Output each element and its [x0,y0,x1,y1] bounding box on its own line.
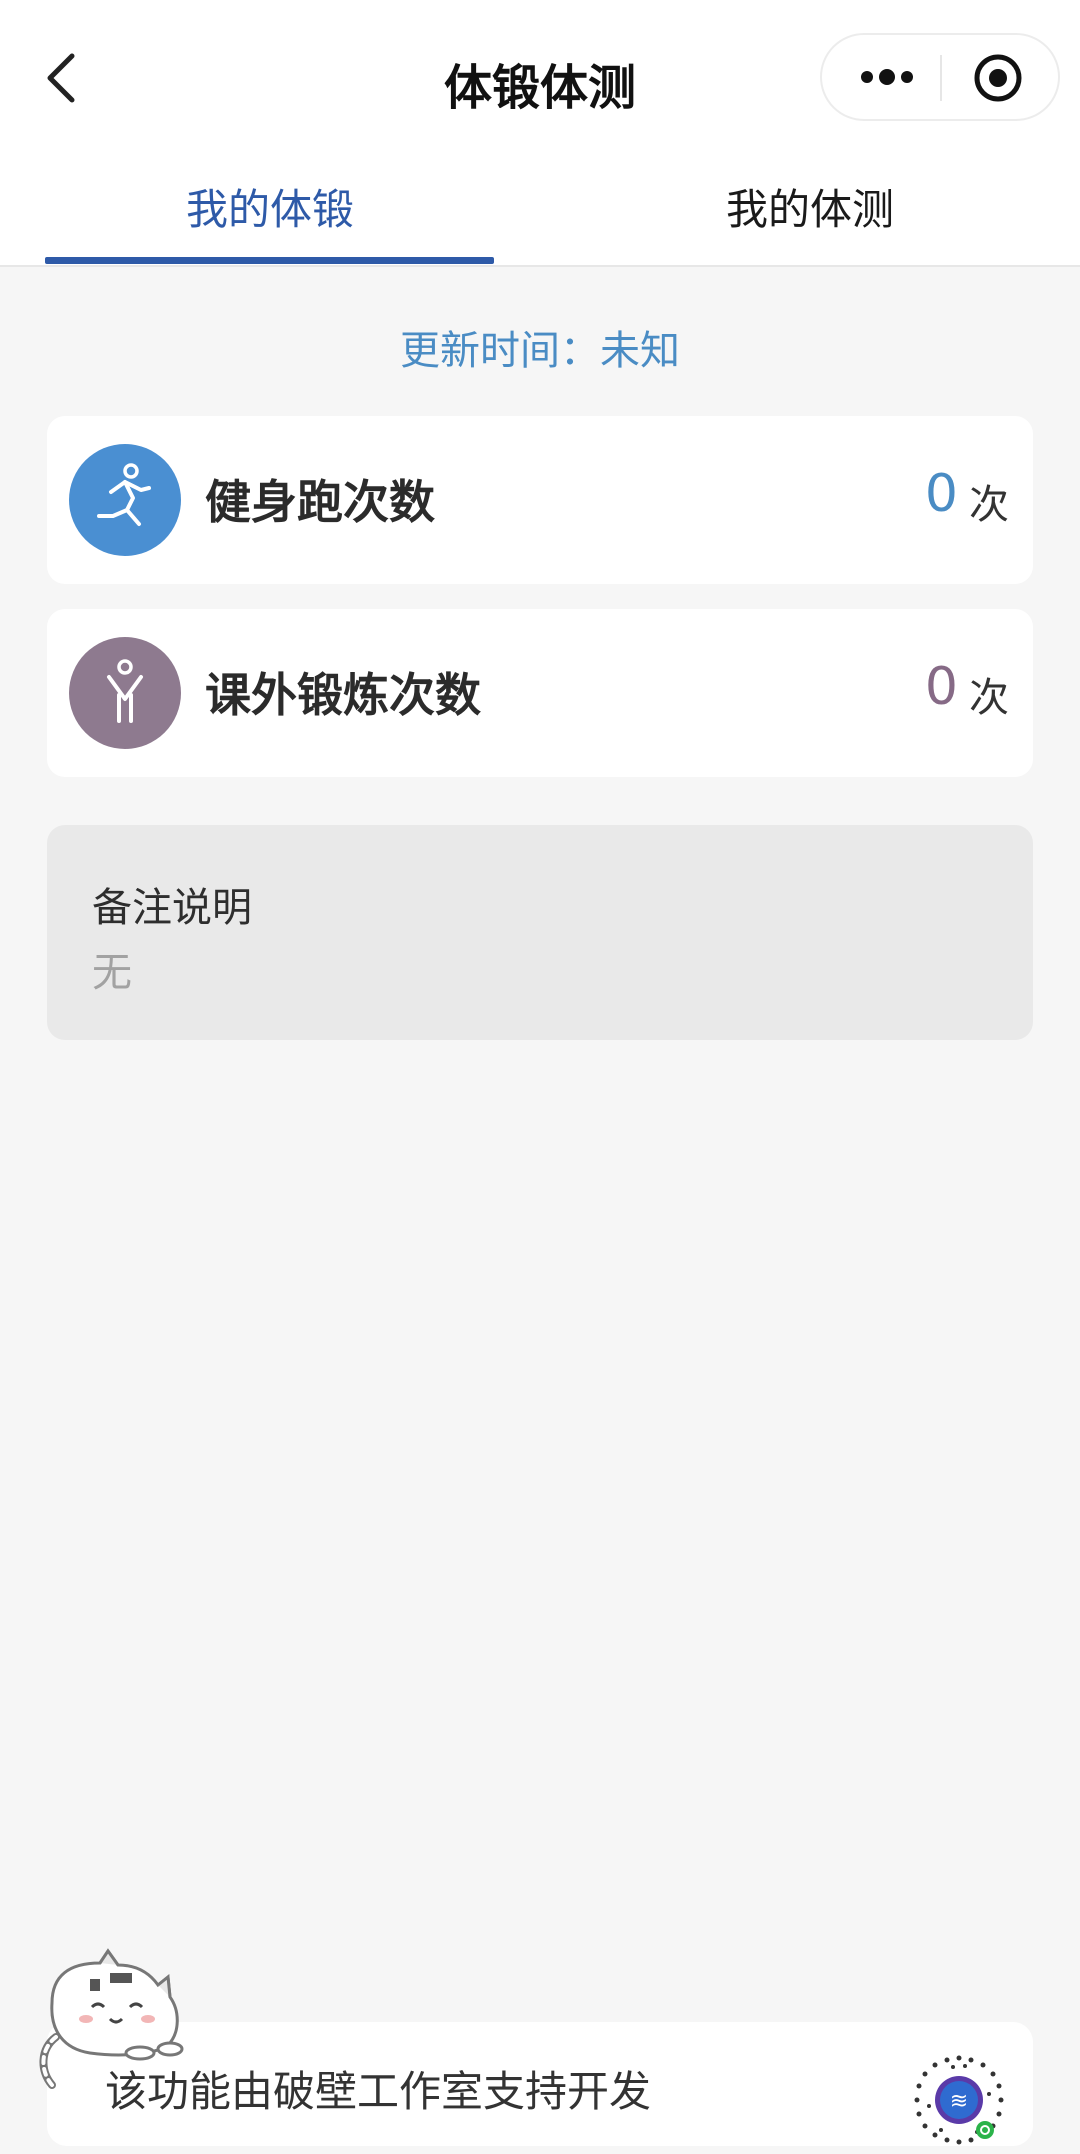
tab-my-fitness-test[interactable]: 我的体测 [585,175,1035,245]
svg-text:≋: ≋ [950,2089,968,2114]
card-unit: 次 [969,675,1009,721]
card-count-value: 0 [924,657,958,717]
cat-mascot-icon [30,1945,192,2095]
mini-program-code-icon[interactable]: ≋ [909,2050,1009,2150]
mini-program-capsule [820,33,1060,121]
capsule-divider [940,55,942,101]
active-tab-indicator [45,257,494,264]
more-dots-icon[interactable] [857,57,917,97]
notes-title: 备注说明 [92,885,252,931]
notes-panel: 备注说明 无 [47,825,1033,1040]
notes-content: 无 [92,950,132,996]
tab-my-exercise[interactable]: 我的体锻 [45,175,495,245]
extracurricular-exercise-card[interactable]: 课外锻炼次数 0 次 [47,609,1033,777]
card-unit: 次 [969,482,1009,528]
navigation-bar: 体锻体测 [0,0,1080,155]
card-count-value: 0 [924,464,958,524]
update-time-text: 更新时间：未知 [400,328,680,374]
card-label: 健身跑次数 [205,475,435,529]
running-person-icon [69,444,181,556]
stretching-person-icon [69,637,181,749]
card-label: 课外锻炼次数 [205,668,481,722]
footer-credit-bar[interactable]: 该功能由破壁工作室支持开发 ≋ [47,2022,1033,2146]
circle-target-icon[interactable] [972,52,1024,104]
tab-bar: 我的体锻 我的体测 [0,155,1080,267]
fitness-run-card[interactable]: 健身跑次数 0 次 [47,416,1033,584]
